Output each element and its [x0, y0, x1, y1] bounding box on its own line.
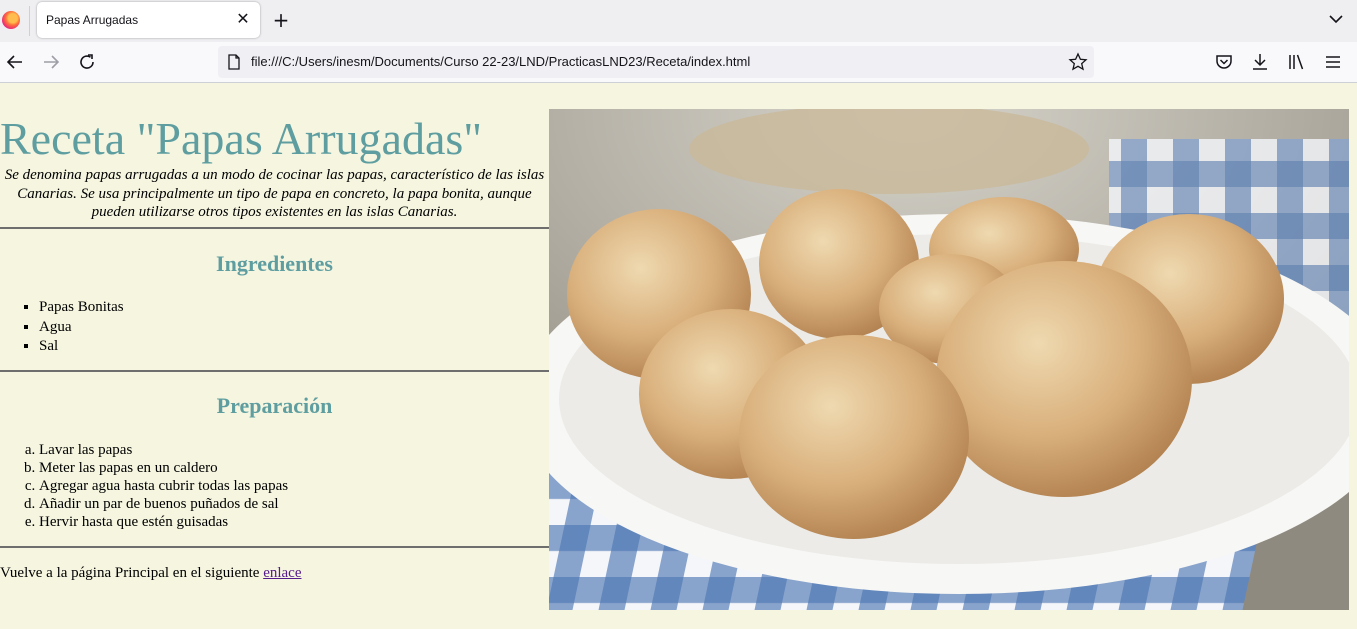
menu-icon[interactable]: [1321, 50, 1345, 74]
pocket-icon[interactable]: [1212, 50, 1236, 74]
ingredients-heading: Ingredientes: [216, 251, 333, 276]
bookmark-star-icon[interactable]: [1068, 52, 1088, 72]
tab-separator: [29, 6, 30, 36]
page-title: Receta "Papas Arrugadas": [0, 113, 483, 164]
list-item: Sal: [39, 337, 124, 357]
address-bar[interactable]: file:///C:/Users/inesm/Documents/Curso 2…: [218, 46, 1094, 78]
download-icon[interactable]: [1248, 50, 1272, 74]
recipe-intro: Se denomina papas arrugadas a un modo de…: [4, 167, 545, 220]
list-item: Meter las papas en un caldero: [39, 459, 288, 477]
divider: [0, 227, 549, 229]
page-content: Receta "Papas Arrugadas" Se denomina pap…: [0, 83, 1357, 629]
list-item: Papas Bonitas: [39, 298, 124, 318]
tab-strip: Papas Arrugadas ✕ +: [0, 0, 1357, 42]
footer-label: Vuelve a la página Principal en el sigui…: [0, 565, 264, 581]
library-icon[interactable]: [1285, 50, 1309, 74]
navigation-toolbar: file:///C:/Users/inesm/Documents/Curso 2…: [0, 42, 1357, 83]
reload-icon[interactable]: [75, 50, 99, 74]
tab-title: Papas Arrugadas: [46, 13, 139, 27]
papas-arrugadas-photo: [549, 109, 1349, 610]
new-tab-icon[interactable]: +: [270, 9, 292, 31]
url-text: file:///C:/Users/inesm/Documents/Curso 2…: [251, 54, 751, 69]
list-item: Lavar las papas: [39, 441, 288, 459]
divider: [0, 546, 549, 548]
preparation-steps: Lavar las papas Meter las papas en un ca…: [0, 441, 288, 531]
ingredients-list: Papas Bonitas Agua Sal: [0, 298, 124, 357]
back-arrow-icon[interactable]: [3, 50, 27, 74]
list-item: Agregar agua hasta cubrir todas las papa…: [39, 477, 288, 495]
close-icon[interactable]: ✕: [234, 10, 252, 28]
preparation-heading: Preparación: [216, 393, 333, 418]
tab-papas-arrugadas[interactable]: Papas Arrugadas ✕: [37, 2, 260, 38]
home-link[interactable]: enlace: [263, 565, 301, 581]
list-item: Hervir hasta que estén guisadas: [39, 513, 288, 531]
divider: [0, 370, 549, 372]
page-icon: [228, 54, 240, 70]
firefox-icon: [2, 11, 20, 29]
list-item: Agua: [39, 318, 124, 338]
list-item: Añadir un par de buenos puñados de sal: [39, 495, 288, 513]
footer-text: Vuelve a la página Principal en el sigui…: [0, 565, 302, 582]
forward-arrow-icon[interactable]: [39, 50, 63, 74]
chevron-down-icon[interactable]: [1327, 10, 1345, 28]
